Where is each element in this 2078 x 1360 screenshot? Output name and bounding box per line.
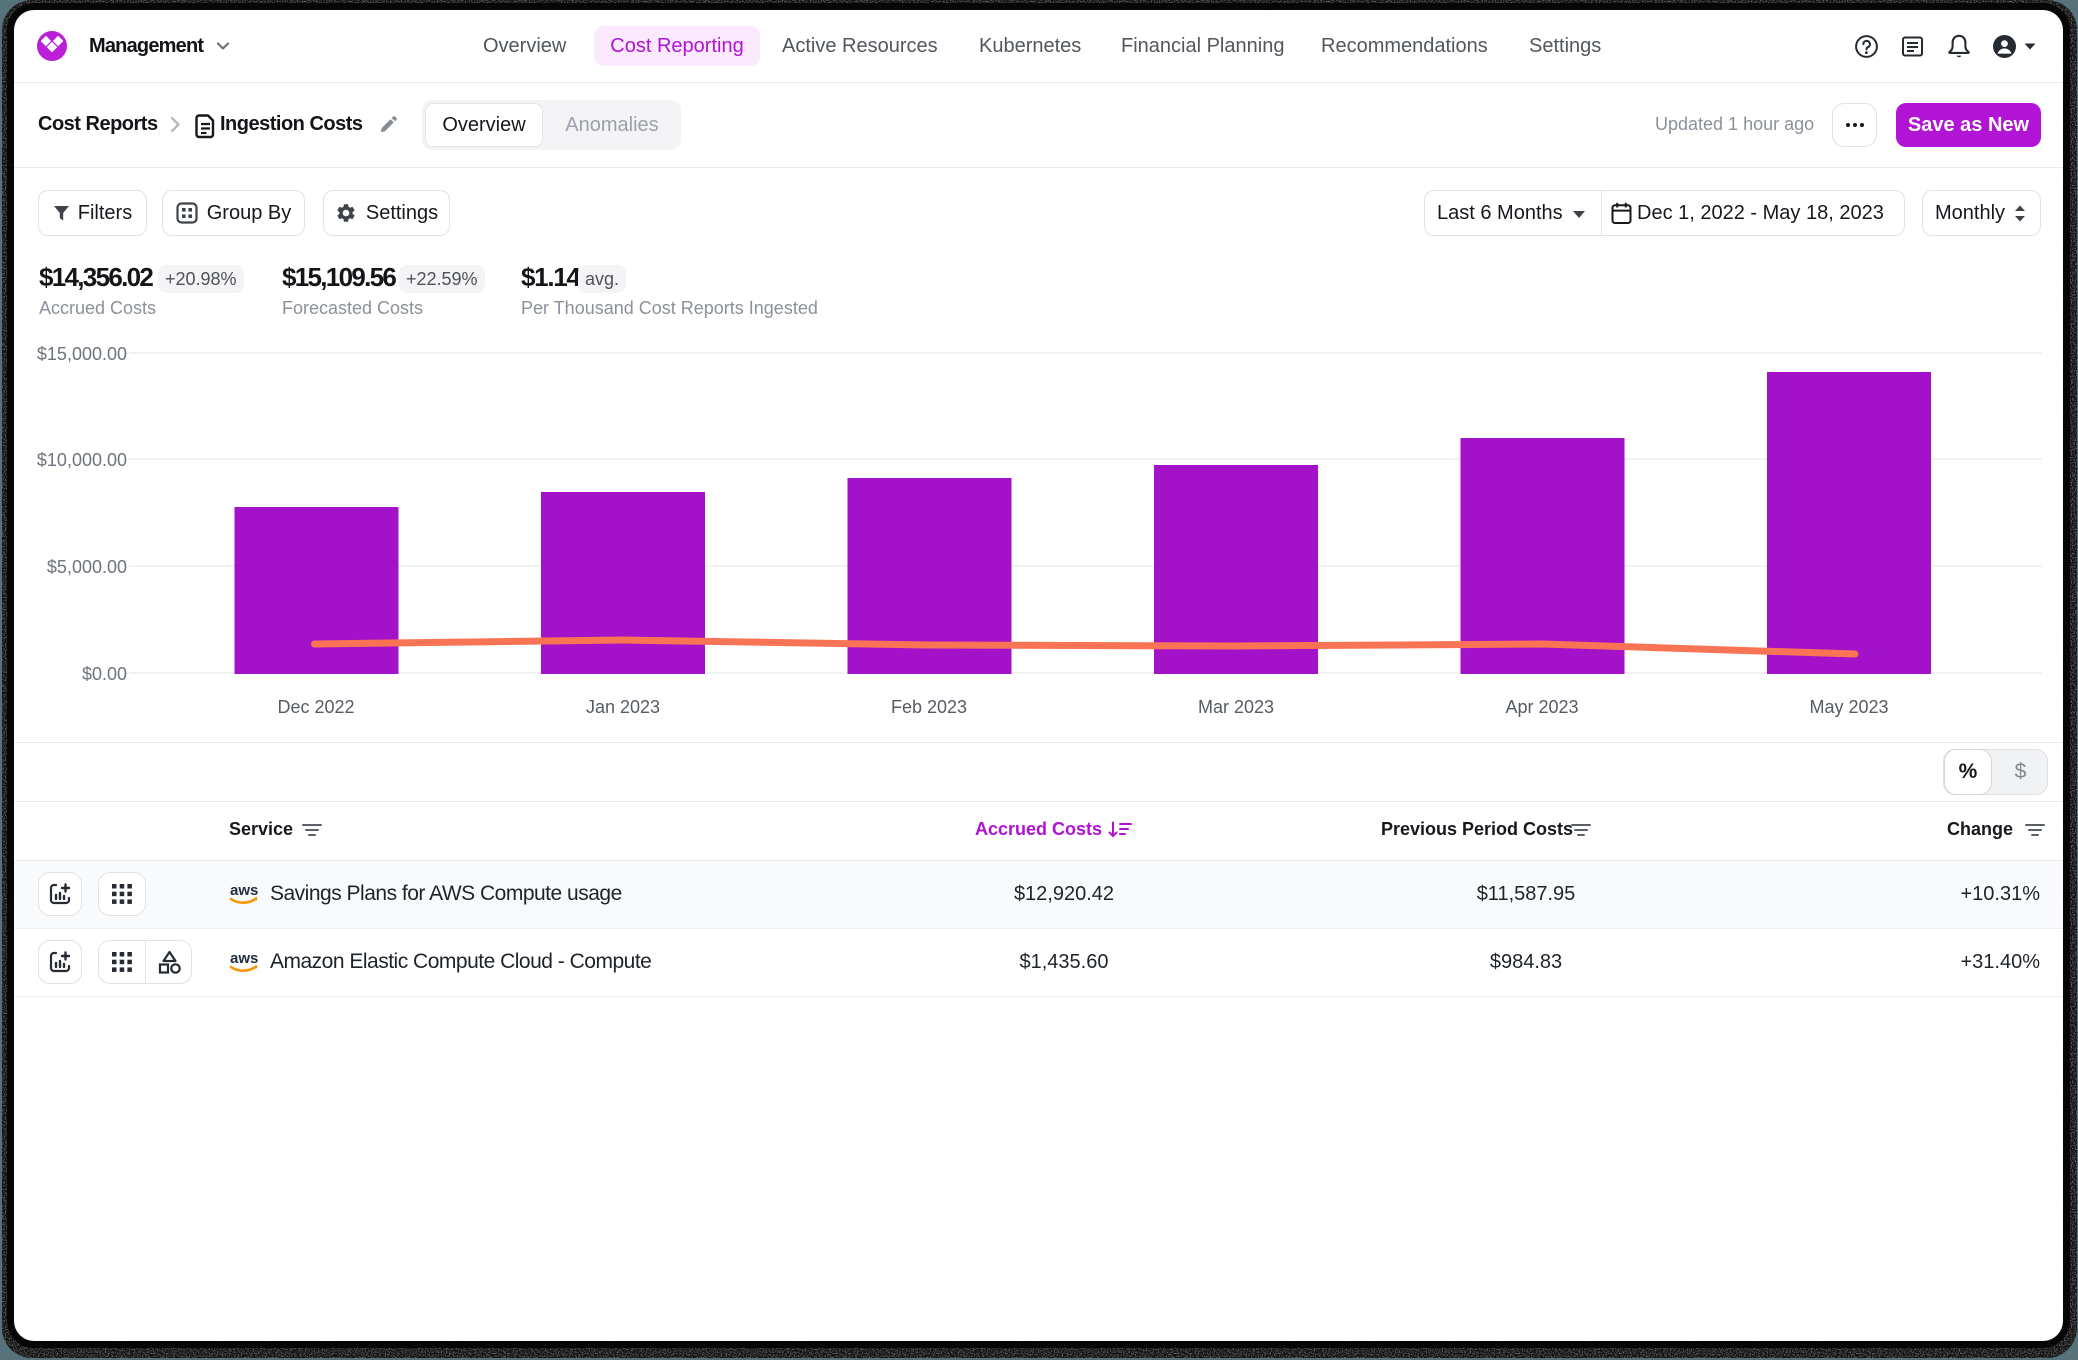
svg-text:Apr 2023: Apr 2023 xyxy=(1505,697,1578,717)
svg-text:$0.00: $0.00 xyxy=(82,664,127,684)
svg-text:May 2023: May 2023 xyxy=(1809,697,1888,717)
svg-text:$15,000.00: $15,000.00 xyxy=(37,344,127,364)
svg-text:aws: aws xyxy=(230,882,258,899)
svg-text:$10,000.00: $10,000.00 xyxy=(37,450,127,470)
svg-text:Mar 2023: Mar 2023 xyxy=(1198,697,1274,717)
svg-text:aws: aws xyxy=(230,950,258,967)
svg-text:Dec 2022: Dec 2022 xyxy=(277,697,354,717)
svg-text:Jan 2023: Jan 2023 xyxy=(586,697,660,717)
svg-text:Feb 2023: Feb 2023 xyxy=(891,697,967,717)
svg-text:$5,000.00: $5,000.00 xyxy=(47,557,127,577)
